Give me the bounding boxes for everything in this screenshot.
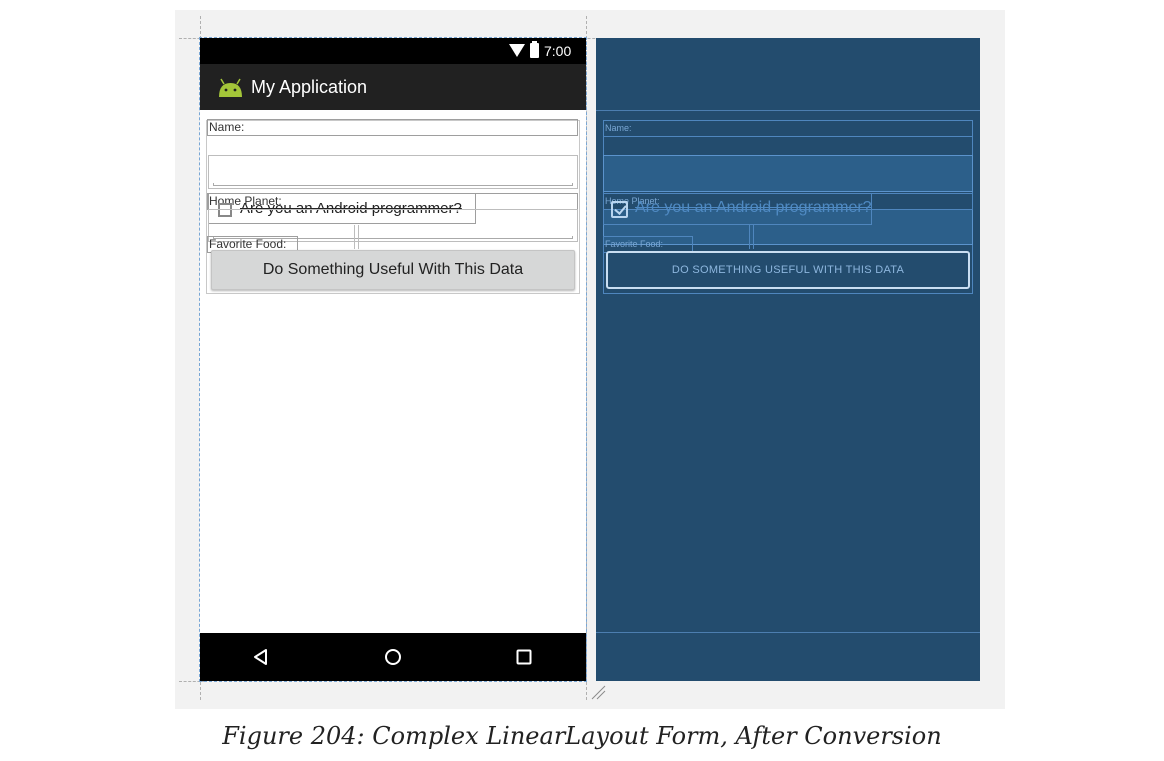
design-preview[interactable]: 7:00 My Application Name: Home Planet: A… <box>199 37 587 682</box>
layout-divider <box>354 225 355 249</box>
blueprint-navbar-divider <box>596 632 980 633</box>
blueprint-checkbox-label: Are you an Android programmer? <box>635 199 872 216</box>
blueprint-layout-divider <box>753 225 754 249</box>
blueprint-layout-divider <box>749 225 750 249</box>
blueprint-name-label: Name: <box>603 120 973 137</box>
app-bar: My Application <box>200 64 586 110</box>
layout-guide <box>586 16 587 700</box>
navigation-bar <box>200 633 586 681</box>
android-logo-icon <box>219 78 242 97</box>
figure-caption: Figure 204: Complex LinearLayout Form, A… <box>222 722 942 750</box>
name-label: Name: <box>207 119 578 136</box>
blueprint-name-field[interactable] <box>603 155 973 192</box>
resize-handle-icon[interactable] <box>590 684 606 700</box>
status-time: 7:00 <box>544 43 572 59</box>
blueprint-android-programmer-checkbox[interactable]: Are you an Android programmer? <box>603 193 872 225</box>
name-field[interactable] <box>208 155 578 189</box>
battery-icon <box>530 41 539 58</box>
home-circle-icon[interactable] <box>383 647 403 667</box>
blueprint-preview[interactable]: Name: Home Planet: Are you an Android pr… <box>596 38 980 681</box>
blueprint-do-something-button[interactable]: DO SOMETHING USEFUL WITH THIS DATA <box>606 251 970 289</box>
app-title: My Application <box>251 77 368 97</box>
recents-square-icon[interactable] <box>514 647 534 667</box>
checkbox-checked-icon <box>611 201 628 218</box>
back-triangle-icon[interactable] <box>251 647 271 667</box>
layout-guide <box>179 681 205 682</box>
blueprint-appbar-divider <box>596 110 980 111</box>
wifi-icon <box>509 44 525 57</box>
status-bar: 7:00 <box>200 38 586 64</box>
layout-divider <box>358 225 359 249</box>
do-something-button[interactable]: Do Something Useful With This Data <box>211 250 575 290</box>
